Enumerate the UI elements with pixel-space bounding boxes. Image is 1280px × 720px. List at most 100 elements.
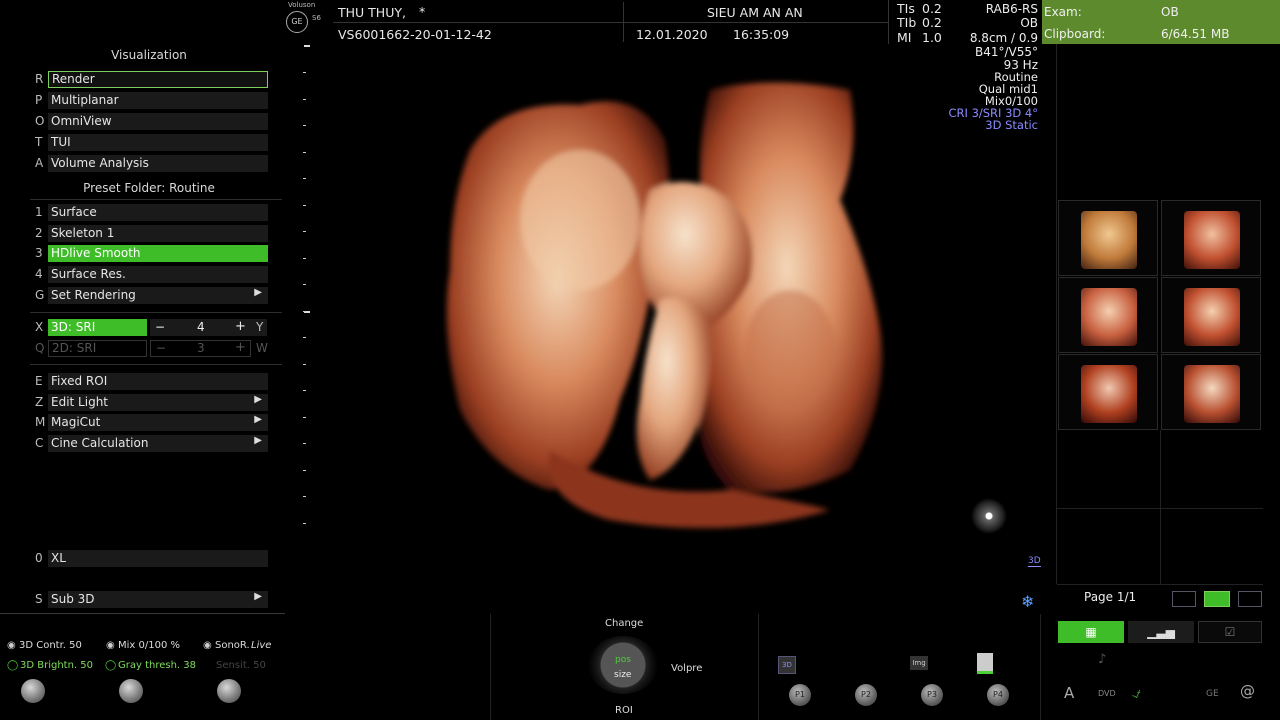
depth-readout: 8.8cm / 0.9 <box>969 31 1038 45</box>
viz-volume-analysis-label: Volume Analysis <box>48 155 268 172</box>
preset-skeleton-label: Skeleton 1 <box>48 225 268 242</box>
trackball-control[interactable] <box>588 636 658 694</box>
shortcut-key-right: Y <box>256 320 264 334</box>
chevron-right-icon: ▶ <box>254 287 262 298</box>
institution: SIEU AM AN AN <box>707 5 803 20</box>
volpre-label: Volpre <box>671 663 703 674</box>
sri-3d-control[interactable]: X 3D: SRI − 4 + Y <box>30 319 270 337</box>
shortcut-key: T <box>35 135 43 149</box>
grid-view-button[interactable]: ▦ <box>1058 621 1124 643</box>
preset-item-skeleton[interactable]: 2 Skeleton 1 <box>30 225 270 243</box>
report-view-button[interactable]: ☑ <box>1198 621 1262 643</box>
clipboard-thumbnail[interactable] <box>1161 354 1261 430</box>
image-store-icon[interactable]: Img <box>910 656 928 670</box>
p4-button[interactable]: P4 <box>987 684 1009 706</box>
brand-name: Voluson <box>288 1 316 9</box>
preset-set-rendering-label: Set Rendering <box>48 287 268 304</box>
sri-3d-label: 3D: SRI <box>48 319 147 336</box>
layout-3x3-icon[interactable] <box>1238 591 1262 607</box>
email-at-icon[interactable]: @ <box>1240 682 1255 700</box>
tool-item-sub-3d[interactable]: S Sub 3D ▶ <box>30 591 270 609</box>
preset-item-set-rendering[interactable]: G Set Rendering ▶ <box>30 287 270 305</box>
viz-item-tui[interactable]: T TUI <box>30 134 270 152</box>
viz-omniview-label: OmniView <box>48 113 268 130</box>
network-icon[interactable]: ⍻ <box>1132 683 1141 703</box>
shortcut-key: 2 <box>35 226 43 240</box>
tool-item-cine-calculation[interactable]: C Cine Calculation ▶ <box>30 435 270 453</box>
print-icon[interactable] <box>977 653 993 674</box>
mix-label: Mix 0/100 % <box>118 640 181 651</box>
viz-item-omniview[interactable]: O OmniView <box>30 113 270 131</box>
viz-item-volume-analysis[interactable]: A Volume Analysis <box>30 155 270 173</box>
preset-item-hdlive-smooth[interactable]: 3 HDlive Smooth <box>30 245 270 263</box>
clipboard-label: Clipboard: <box>1044 27 1106 41</box>
preset-item-surface[interactable]: 1 Surface <box>30 204 270 222</box>
shortcut-key: 4 <box>35 267 43 281</box>
preset-surface-label: Surface <box>48 204 268 221</box>
chevron-right-icon: ▶ <box>254 414 262 425</box>
shortcut-key: S <box>35 592 43 606</box>
p2-button[interactable]: P2 <box>855 684 877 706</box>
clipboard-thumbnail[interactable] <box>1058 200 1158 276</box>
3d-contrast-label: 3D Contr. 50 <box>19 640 82 651</box>
sri-2d-label: 2D: SRI <box>48 340 147 357</box>
tool-item-xl[interactable]: 0 XL <box>30 550 270 568</box>
tib-label: TIb <box>897 15 917 30</box>
light-source-handle[interactable] <box>971 498 1007 534</box>
change-label: Change <box>605 618 644 629</box>
clipboard-thumbnail[interactable] <box>1161 277 1261 353</box>
ge-service-icon[interactable]: GE <box>1206 689 1219 699</box>
contrast-knob[interactable] <box>21 679 45 703</box>
ruler-tick <box>303 469 306 471</box>
preset-item-surface-res[interactable]: 4 Surface Res. <box>30 266 270 284</box>
shortcut-key: O <box>35 114 45 128</box>
depth-ruler <box>300 40 312 560</box>
sri-2d-value: 3 <box>197 341 205 355</box>
mix-knob[interactable] <box>119 679 143 703</box>
tool-cine-calc-label: Cine Calculation <box>48 435 268 452</box>
ring-icon: ◯ <box>7 660 19 671</box>
chevron-right-icon: ▶ <box>254 435 262 446</box>
clipboard-thumbnail[interactable] <box>1058 277 1158 353</box>
tool-edit-light-label: Edit Light <box>48 394 268 411</box>
clipboard-thumbnail[interactable] <box>1161 200 1261 276</box>
annotation-a-icon[interactable]: A <box>1064 684 1074 702</box>
viz-tui-label: TUI <box>48 134 268 151</box>
mode-label: 3D Static <box>985 118 1038 132</box>
clipboard-thumbnail[interactable] <box>1058 354 1158 430</box>
tis-value: 0.2 <box>922 1 942 16</box>
shortcut-key: 3 <box>35 246 43 260</box>
size-label: size <box>614 670 632 680</box>
ruler-tick <box>303 257 306 259</box>
tool-magicut-label: MagiCut <box>48 414 268 431</box>
sri-3d-value: 4 <box>197 320 205 334</box>
visualization-title: Visualization <box>111 48 187 62</box>
tis-label: TIs <box>897 1 915 16</box>
shortcut-key: R <box>35 72 44 86</box>
ruler-tick <box>303 151 306 153</box>
ruler-tick <box>303 98 306 100</box>
tool-item-fixed-roi[interactable]: E Fixed ROI <box>30 373 270 391</box>
tool-item-magicut[interactable]: M MagiCut ▶ <box>30 414 270 432</box>
viz-item-render[interactable]: R Render <box>30 71 270 89</box>
p3-button[interactable]: P3 <box>921 684 943 706</box>
save-volume-icon[interactable]: 3D <box>778 656 796 674</box>
layout-2x3-icon[interactable] <box>1204 591 1230 607</box>
sonor-knob[interactable] <box>217 679 241 703</box>
pos-label: pos <box>615 655 631 665</box>
viz-item-multiplanar[interactable]: P Multiplanar <box>30 92 270 110</box>
patient-name: THU THUY, <box>338 5 406 20</box>
chart-view-button[interactable]: ▁▃▅ <box>1128 621 1194 643</box>
viz-render-label: Render <box>48 71 268 88</box>
ruler-tick <box>303 72 306 73</box>
microphone-icon[interactable]: ♪ <box>1098 652 1106 667</box>
preset-hdlive-label: HDlive Smooth <box>48 245 268 262</box>
ruler-tick <box>303 496 306 497</box>
dvd-icon[interactable]: DVD <box>1098 689 1116 698</box>
layout-1x1-icon[interactable] <box>1172 591 1196 607</box>
sri-3d-increment[interactable]: + <box>235 319 246 334</box>
snowflake-icon[interactable]: ❄ <box>1021 592 1034 611</box>
p1-button[interactable]: P1 <box>789 684 811 706</box>
sri-3d-decrement[interactable]: − <box>150 319 267 336</box>
tool-item-edit-light[interactable]: Z Edit Light ▶ <box>30 394 270 412</box>
